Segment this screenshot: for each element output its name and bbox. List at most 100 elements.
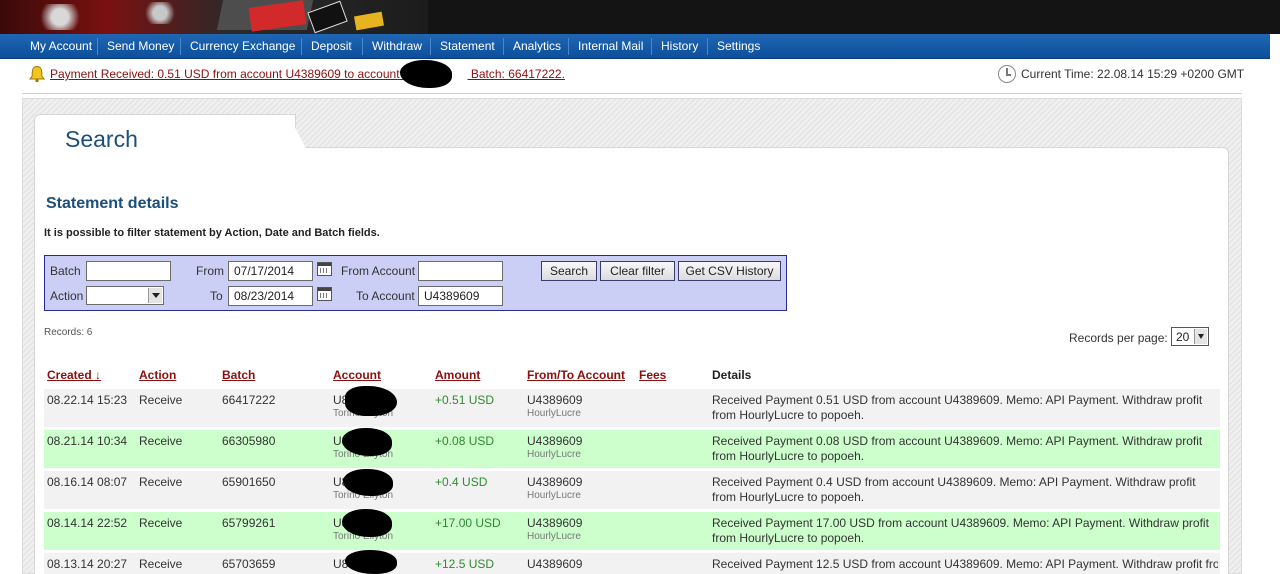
records-per-page-label: Records per page: bbox=[1069, 331, 1168, 345]
cell-from-to: U4389609 bbox=[527, 516, 583, 530]
main-nav: My Account Send Money Currency Exchange … bbox=[0, 34, 1270, 59]
cell-amount: +0.51 USD bbox=[435, 393, 495, 407]
nav-currency-exchange[interactable]: Currency Exchange bbox=[190, 34, 295, 59]
banner-image bbox=[0, 0, 428, 34]
current-time: Current Time: 22.08.14 15:29 +0200 GMT bbox=[1021, 67, 1245, 81]
nav-separator bbox=[503, 38, 504, 55]
from-date-input[interactable] bbox=[228, 261, 313, 281]
table-row: 08.14.14 22:52 Receive 65799261 U8 Torin… bbox=[44, 512, 1220, 550]
cell-batch: 66417222 bbox=[222, 393, 276, 407]
cell-amount: +0.4 USD bbox=[435, 475, 488, 489]
clear-filter-button[interactable]: Clear filter bbox=[600, 261, 675, 281]
cell-details: Received Payment 17.00 USD from account … bbox=[712, 516, 1209, 545]
cell-amount: +12.5 USD bbox=[435, 557, 495, 571]
cell-amount: +0.08 USD bbox=[435, 434, 495, 448]
records-per-page-select[interactable]: 20 bbox=[1171, 327, 1209, 346]
header-amount[interactable]: Amount bbox=[435, 368, 480, 382]
clock-icon bbox=[998, 65, 1016, 83]
cell-created: 08.14.14 22:52 bbox=[47, 516, 128, 530]
cell-action: Receive bbox=[139, 557, 183, 571]
nav-internal-mail[interactable]: Internal Mail bbox=[578, 34, 643, 59]
batch-label: Batch bbox=[50, 264, 81, 278]
cell-from-to: U4389609 bbox=[527, 475, 583, 489]
header-account[interactable]: Account bbox=[333, 368, 381, 382]
calendar-icon[interactable] bbox=[317, 287, 332, 301]
cell-details: Received Payment 0.08 USD from account U… bbox=[712, 434, 1203, 463]
chevron-down-icon bbox=[148, 288, 162, 303]
records-count: Records: 6 bbox=[44, 327, 93, 338]
to-account-input[interactable] bbox=[418, 286, 503, 306]
cell-action: Receive bbox=[139, 475, 183, 489]
from-date-label: From bbox=[196, 264, 224, 278]
cell-from-to-name: HourlyLucre bbox=[527, 490, 581, 501]
cell-action: Receive bbox=[139, 516, 183, 530]
cell-from-to-name: HourlyLucre bbox=[527, 408, 581, 419]
get-csv-history-button[interactable]: Get CSV History bbox=[678, 261, 781, 281]
table-row: 08.13.14 20:27 Receive 65703659 U8 +12.5… bbox=[44, 553, 1220, 574]
nav-my-account[interactable]: My Account bbox=[30, 34, 92, 59]
cell-created: 08.13.14 20:27 bbox=[47, 557, 128, 571]
to-date-label: To bbox=[210, 289, 223, 303]
header-action[interactable]: Action bbox=[139, 368, 176, 382]
chevron-down-icon bbox=[1194, 329, 1207, 344]
from-account-label: From Account bbox=[341, 264, 416, 278]
cell-details: Received Payment 0.51 USD from account U… bbox=[712, 393, 1203, 422]
nav-separator bbox=[97, 38, 98, 55]
cell-from-to: U4389609 bbox=[527, 557, 583, 571]
table-row: 08.22.14 15:23 Receive 66417222 U8 Torin… bbox=[44, 389, 1220, 427]
nav-separator bbox=[301, 38, 302, 55]
from-account-input[interactable] bbox=[418, 261, 503, 281]
to-account-label: To Account bbox=[356, 289, 415, 303]
nav-withdraw[interactable]: Withdraw bbox=[372, 34, 422, 59]
header-details: Details bbox=[712, 368, 752, 382]
cell-action: Receive bbox=[139, 434, 183, 448]
tab-slope bbox=[288, 114, 310, 158]
cell-from-to-name: HourlyLucre bbox=[527, 449, 581, 460]
table-row: 08.21.14 10:34 Receive 66305980 U8 Torin… bbox=[44, 430, 1220, 468]
cell-from-to: U4389609 bbox=[527, 393, 583, 407]
cell-batch: 65799261 bbox=[222, 516, 276, 530]
nav-separator bbox=[568, 38, 569, 55]
search-button[interactable]: Search bbox=[541, 261, 597, 281]
header-from-to-account[interactable]: From/To Account bbox=[527, 368, 625, 382]
cell-created: 08.16.14 08:07 bbox=[47, 475, 128, 489]
to-date-input[interactable] bbox=[228, 286, 313, 306]
nav-separator bbox=[430, 38, 431, 55]
payment-notification-link[interactable]: Payment Received: 0.51 USD from account … bbox=[50, 67, 565, 81]
cell-from-to-name: HourlyLucre bbox=[527, 531, 581, 542]
nav-separator bbox=[180, 38, 181, 55]
cell-details: Received Payment 0.4 USD from account U4… bbox=[712, 475, 1196, 504]
nav-history[interactable]: History bbox=[661, 34, 698, 59]
header-fees[interactable]: Fees bbox=[639, 368, 666, 382]
header-created[interactable]: Created ↓ bbox=[47, 368, 101, 382]
nav-statement[interactable]: Statement bbox=[440, 34, 495, 59]
cell-amount: +17.00 USD bbox=[435, 516, 501, 530]
calendar-icon[interactable] bbox=[317, 262, 332, 276]
nav-deposit[interactable]: Deposit bbox=[311, 34, 352, 59]
cell-batch: 65901650 bbox=[222, 475, 276, 489]
batch-input[interactable] bbox=[86, 261, 171, 281]
nav-separator bbox=[651, 38, 652, 55]
header-batch[interactable]: Batch bbox=[222, 368, 255, 382]
cell-created: 08.21.14 10:34 bbox=[47, 434, 128, 448]
nav-separator bbox=[362, 38, 363, 55]
action-select[interactable] bbox=[86, 286, 164, 305]
cell-created: 08.22.14 15:23 bbox=[47, 393, 128, 407]
cell-from-to: U4389609 bbox=[527, 434, 583, 448]
nav-analytics[interactable]: Analytics bbox=[513, 34, 561, 59]
tab-title: Search bbox=[65, 126, 138, 152]
divider bbox=[22, 93, 1242, 94]
nav-settings[interactable]: Settings bbox=[717, 34, 760, 59]
redaction-blot bbox=[400, 60, 452, 88]
notification-text-start: Payment Received: 0.51 USD from account … bbox=[50, 67, 412, 81]
section-title: Statement details bbox=[46, 195, 179, 212]
nav-separator bbox=[707, 38, 708, 55]
notification-bar: Payment Received: 0.51 USD from account … bbox=[0, 60, 1280, 90]
section-description: It is possible to filter statement by Ac… bbox=[44, 227, 380, 239]
cell-details: Received Payment 12.5 USD from account U… bbox=[712, 557, 1218, 571]
action-label: Action bbox=[50, 289, 84, 303]
nav-send-money[interactable]: Send Money bbox=[107, 34, 174, 59]
table-row: 08.16.14 08:07 Receive 65901650 U8 Torin… bbox=[44, 471, 1220, 509]
header-banner bbox=[0, 0, 1280, 34]
cell-action: Receive bbox=[139, 393, 183, 407]
